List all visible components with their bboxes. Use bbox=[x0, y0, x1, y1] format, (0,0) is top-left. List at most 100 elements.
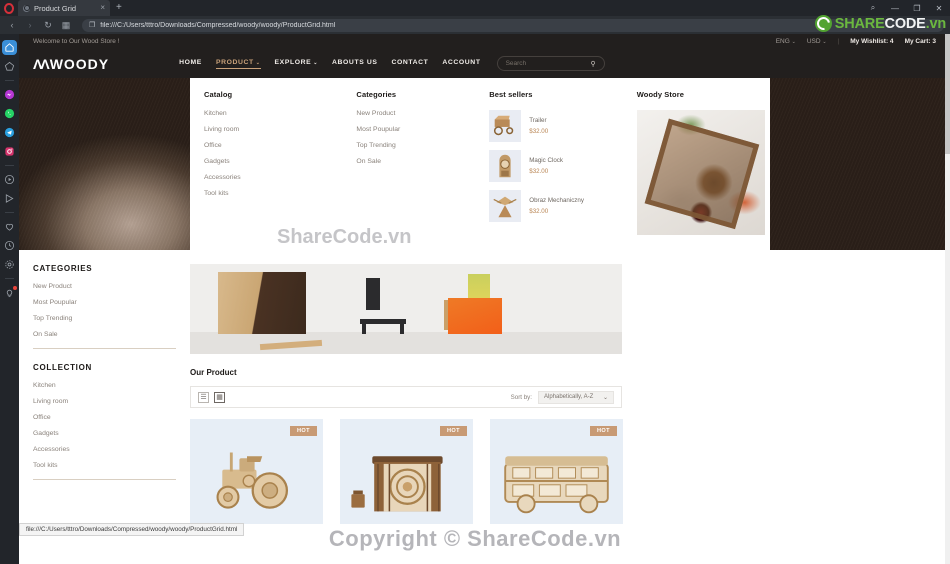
wishlist-link[interactable]: My Wishlist: 4 bbox=[850, 38, 893, 45]
page-viewport: Welcome to Our Wood Store ! ENG ⌄ USD ⌄ … bbox=[19, 34, 950, 564]
megamenu-categories-column: Categories New Product Most Poupular Top… bbox=[342, 90, 475, 250]
tab-overview-button[interactable]: ▦ bbox=[60, 20, 72, 30]
logo-wordmark: WOODY bbox=[49, 55, 110, 72]
sidebar-item-send[interactable] bbox=[2, 191, 17, 206]
reload-button[interactable]: ↻ bbox=[42, 20, 54, 30]
window-controls: ⌕ — ❐ ✕ bbox=[862, 0, 950, 16]
sidebar-item-workspace[interactable] bbox=[2, 59, 17, 74]
sharecode-recycle-icon bbox=[814, 15, 832, 32]
cart-link[interactable]: My Cart: 3 bbox=[905, 38, 936, 45]
sidebar-category-on-sale[interactable]: On Sale bbox=[33, 331, 176, 338]
sidebar-divider bbox=[5, 278, 14, 279]
sidebar-divider bbox=[33, 348, 176, 349]
sharecode-wordmark: SHARECODE.vn bbox=[835, 16, 946, 32]
megamenu-category-most-poupular[interactable]: Most Poupular bbox=[356, 126, 461, 133]
site-top-bar: Welcome to Our Wood Store ! ENG ⌄ USD ⌄ … bbox=[19, 34, 950, 49]
best-seller-item[interactable]: Obraz Mechaniczny $32.00 bbox=[489, 190, 609, 222]
minimize-button[interactable]: — bbox=[884, 0, 906, 16]
forward-button[interactable]: › bbox=[24, 20, 36, 30]
sidebar-collection-accessories[interactable]: Accessories bbox=[33, 446, 176, 453]
best-seller-item[interactable]: Magic Clock $32.00 bbox=[489, 150, 609, 182]
sidebar-item-history[interactable] bbox=[2, 238, 17, 253]
new-tab-button[interactable]: + bbox=[110, 3, 128, 13]
browser-tab[interactable]: Product Grid × bbox=[18, 0, 110, 16]
nav-item-home[interactable]: HOME bbox=[179, 59, 202, 68]
status-badge: HOT bbox=[439, 426, 467, 436]
sidebar-category-new-product[interactable]: New Product bbox=[33, 283, 176, 290]
sidebar-divider bbox=[5, 80, 14, 81]
megamenu-catalog-item-kitchen[interactable]: Kitchen bbox=[204, 110, 328, 117]
nav-item-abouts-us[interactable]: ABOUTS US bbox=[332, 59, 377, 68]
maximize-button[interactable]: ❐ bbox=[906, 0, 928, 16]
product-card[interactable]: HOT bbox=[340, 419, 473, 524]
search-input[interactable] bbox=[505, 60, 586, 67]
nav-item-explore[interactable]: EXPLORE ⌄ bbox=[275, 59, 318, 68]
sidebar-item-messenger[interactable] bbox=[2, 87, 17, 102]
best-seller-price: $32.00 bbox=[529, 208, 549, 215]
search-icon[interactable]: ⌕ bbox=[862, 0, 884, 16]
site-logo[interactable]: ΛΛ WOODY bbox=[33, 56, 109, 72]
sidebar-collection-kitchen[interactable]: Kitchen bbox=[33, 382, 176, 389]
nav-item-account[interactable]: ACCOUNT bbox=[442, 59, 480, 68]
sidebar-collection-living-room[interactable]: Living room bbox=[33, 398, 176, 405]
page-sidebar: CATEGORIES New Product Most Poupular Top… bbox=[19, 264, 190, 524]
close-window-button[interactable]: ✕ bbox=[928, 0, 950, 16]
megamenu-catalog-item-gadgets[interactable]: Gadgets bbox=[204, 158, 328, 165]
scrollbar-thumb[interactable] bbox=[945, 34, 950, 154]
section-title: Our Product bbox=[190, 368, 237, 377]
megamenu-category-top-trending[interactable]: Top Trending bbox=[356, 142, 461, 149]
back-button[interactable]: ‹ bbox=[6, 20, 18, 30]
sidebar-item-player[interactable] bbox=[2, 172, 17, 187]
product-image-bus bbox=[504, 456, 609, 514]
megamenu-store-title: Woody Store bbox=[636, 90, 684, 99]
nav-item-contact[interactable]: CONTACT bbox=[391, 59, 428, 68]
site-search[interactable]: ⚲ bbox=[496, 56, 605, 71]
megamenu-catalog-item-accessories[interactable]: Accessories bbox=[204, 174, 328, 181]
promo-banner-image[interactable] bbox=[190, 264, 622, 354]
product-listing: Our Product ☰ ▦ Sort by: Alphabetically,… bbox=[190, 264, 640, 524]
sidebar-collection-gadgets[interactable]: Gadgets bbox=[33, 430, 176, 437]
sidebar-item-instagram[interactable] bbox=[2, 144, 17, 159]
product-card[interactable]: HOT bbox=[190, 419, 323, 524]
best-seller-name: Magic Clock bbox=[529, 157, 563, 164]
nav-label: EXPLORE bbox=[274, 59, 312, 66]
megamenu-best-sellers-column: Best sellers Trailer $32.00 Magic Clock … bbox=[475, 90, 623, 250]
best-seller-item[interactable]: Trailer $32.00 bbox=[489, 110, 609, 142]
search-icon[interactable]: ⚲ bbox=[590, 60, 595, 68]
megamenu-category-new-product[interactable]: New Product bbox=[356, 110, 461, 117]
brand-code-text: CODE bbox=[884, 15, 926, 32]
product-card[interactable]: HOT bbox=[490, 419, 623, 524]
sort-select[interactable]: Alphabetically, A-Z ⌄ bbox=[538, 390, 614, 404]
product-toolbar: ☰ ▦ Sort by: Alphabetically, A-Z ⌄ bbox=[190, 386, 622, 408]
currency-value: USD bbox=[806, 38, 821, 45]
sidebar-collection-tool-kits[interactable]: Tool kits bbox=[33, 462, 176, 469]
opera-logo-icon[interactable] bbox=[0, 0, 18, 16]
close-icon[interactable]: × bbox=[100, 4, 105, 12]
sidebar-item-telegram[interactable] bbox=[2, 125, 17, 140]
status-bar-url: file:///C:/Users/tttro/Downloads/Compres… bbox=[19, 523, 245, 536]
megamenu-category-on-sale[interactable]: On Sale bbox=[356, 158, 461, 165]
grid-view-icon[interactable]: ▦ bbox=[214, 391, 225, 403]
language-selector[interactable]: ENG ⌄ bbox=[776, 38, 796, 45]
sidebar-item-favorites[interactable] bbox=[2, 219, 17, 234]
sidebar-item-tips[interactable] bbox=[2, 285, 17, 300]
woody-store-promo-image[interactable] bbox=[636, 110, 765, 235]
currency-selector[interactable]: USD ⌄ bbox=[807, 38, 827, 45]
sort-label: Sort by: bbox=[510, 393, 532, 401]
sharecode-watermark-logo: SHARECODE.vn bbox=[814, 15, 946, 32]
sidebar-item-settings[interactable] bbox=[2, 257, 17, 272]
banner-chair-1 bbox=[218, 272, 306, 334]
sidebar-category-most-poupular[interactable]: Most Poupular bbox=[33, 299, 176, 306]
sidebar-item-home[interactable] bbox=[2, 40, 17, 55]
sidebar-collection-office[interactable]: Office bbox=[33, 414, 176, 421]
list-view-icon[interactable]: ☰ bbox=[198, 391, 209, 403]
product-image-music-box bbox=[351, 456, 443, 512]
megamenu-catalog-item-tool-kits[interactable]: Tool kits bbox=[204, 190, 328, 197]
megamenu-catalog-item-living-room[interactable]: Living room bbox=[204, 126, 328, 133]
sidebar-category-top-trending[interactable]: Top Trending bbox=[33, 315, 176, 322]
megamenu-catalog-item-office[interactable]: Office bbox=[204, 142, 328, 149]
product-mega-menu: Catalog Kitchen Living room Office Gadge… bbox=[190, 78, 770, 250]
sidebar-item-whatsapp[interactable] bbox=[2, 106, 17, 121]
page-scrollbar[interactable] bbox=[945, 34, 950, 564]
nav-item-product[interactable]: PRODUCT ⌄ bbox=[215, 59, 261, 69]
